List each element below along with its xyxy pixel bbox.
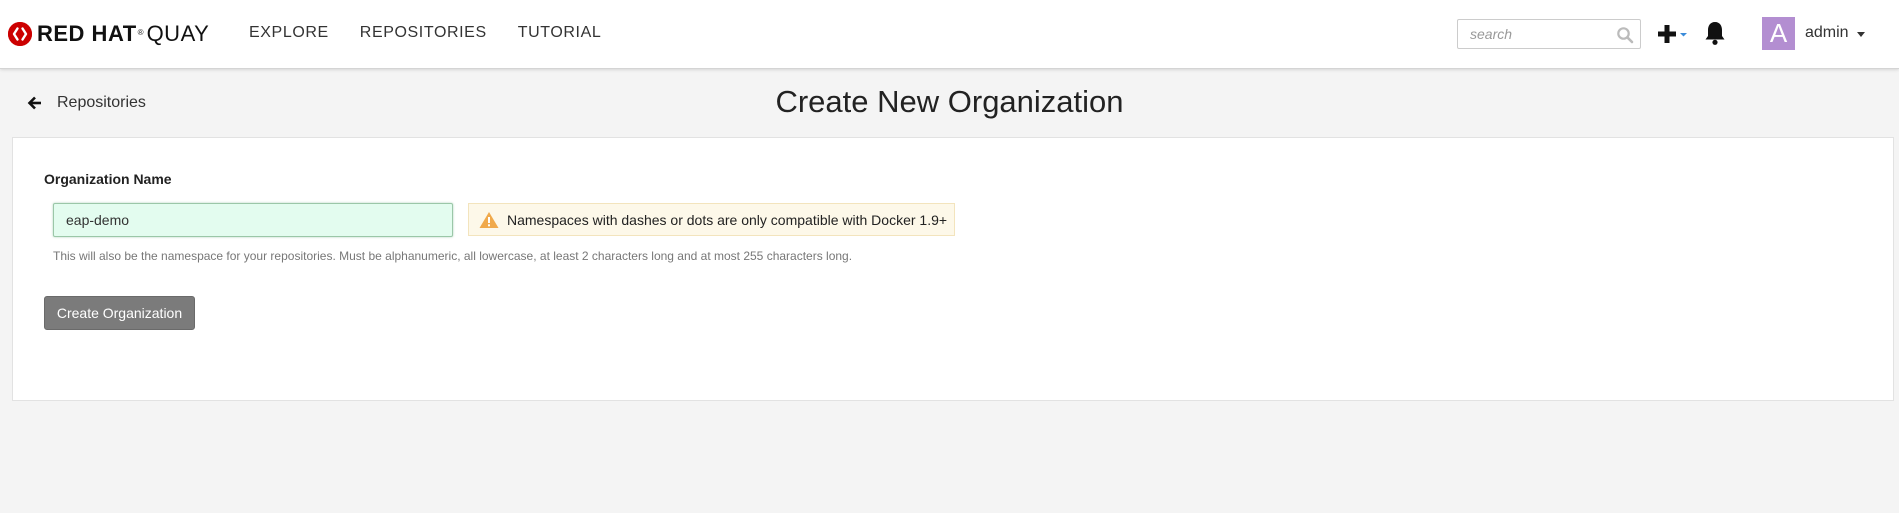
- search-input[interactable]: [1458, 20, 1608, 48]
- brand-product: QUAY: [146, 21, 210, 46]
- nav-tutorial[interactable]: TUTORIAL: [518, 24, 602, 42]
- nav-repositories[interactable]: REPOSITORIES: [360, 24, 487, 42]
- user-avatar[interactable]: A: [1762, 17, 1795, 50]
- brand-logo-link[interactable]: RED HAT ® QUAY: [8, 21, 209, 47]
- user-menu[interactable]: admin: [1805, 24, 1865, 42]
- org-name-label: Organization Name: [44, 171, 172, 187]
- user-name: admin: [1805, 24, 1849, 41]
- create-organization-button[interactable]: Create Organization: [44, 296, 195, 330]
- notifications-bell[interactable]: [1703, 20, 1727, 46]
- warning-triangle-icon: [479, 211, 499, 229]
- chevron-down-icon: [1856, 31, 1865, 37]
- main-nav: EXPLORE REPOSITORIES TUTORIAL: [249, 24, 632, 42]
- org-name-help-text: This will also be the namespace for your…: [53, 249, 853, 263]
- create-new-menu[interactable]: [1657, 22, 1693, 46]
- warning-text: Namespaces with dashes or dots are only …: [507, 211, 948, 228]
- bell-icon: [1703, 22, 1727, 50]
- search-box: [1457, 19, 1641, 49]
- docker-compat-warning: Namespaces with dashes or dots are only …: [468, 203, 956, 236]
- top-navbar: RED HAT ® QUAY EXPLORE REPOSITORIES TUTO…: [0, 0, 1899, 69]
- create-org-panel: Organization Name Namespaces with dashes…: [12, 137, 1894, 401]
- org-name-input[interactable]: [53, 203, 453, 237]
- nav-explore[interactable]: EXPLORE: [249, 24, 329, 42]
- search-icon[interactable]: [1616, 26, 1634, 44]
- arrow-left-icon: [27, 95, 43, 111]
- brand-name: RED HAT: [37, 21, 137, 46]
- page-title: Create New Organization: [775, 84, 1124, 119]
- back-to-repositories-link[interactable]: Repositories: [27, 94, 146, 112]
- back-link-label: Repositories: [57, 94, 146, 111]
- redhat-logo-icon: [8, 22, 32, 46]
- plus-icon: [1657, 25, 1693, 50]
- brand-registered-mark: ®: [137, 27, 144, 37]
